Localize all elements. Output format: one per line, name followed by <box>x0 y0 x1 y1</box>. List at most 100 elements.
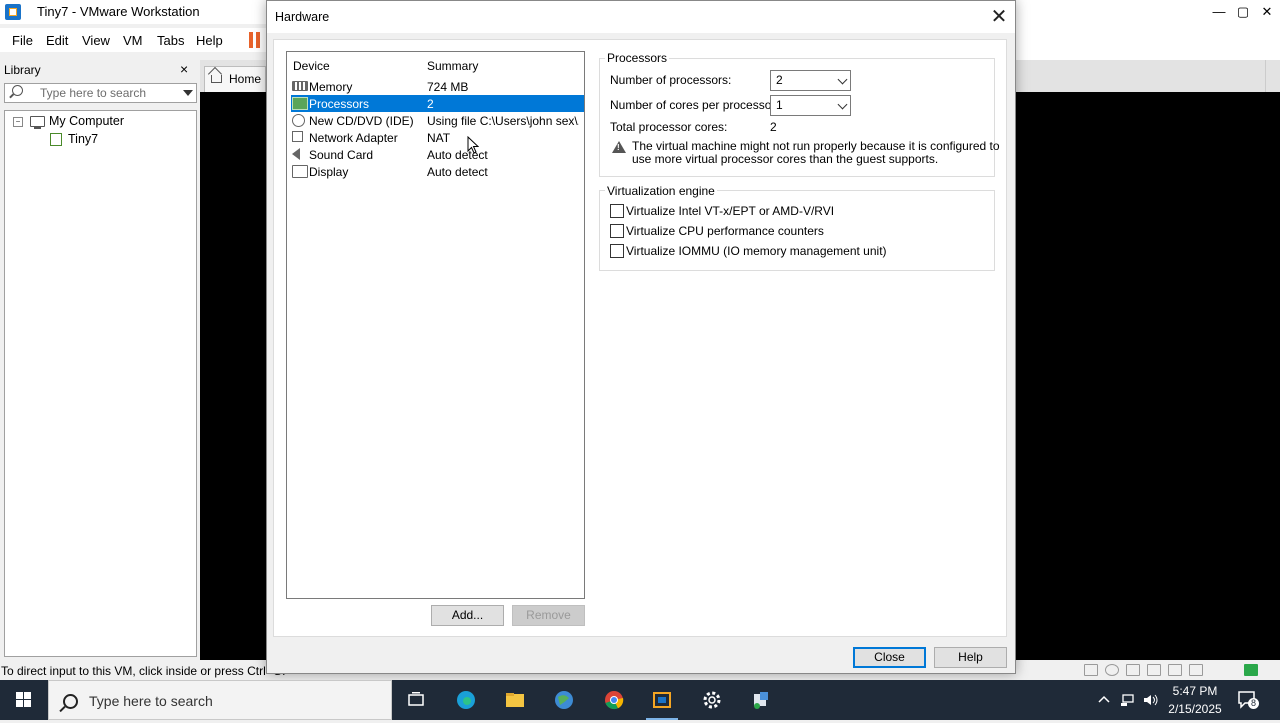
hdd-status-icon[interactable] <box>1084 664 1098 676</box>
gear-icon <box>703 691 721 709</box>
windows-logo-icon <box>16 692 31 707</box>
tree-item-tiny7[interactable]: Tiny7 <box>68 132 98 146</box>
iommu-checkbox[interactable] <box>610 244 624 258</box>
cpu-perf-counters-label[interactable]: Virtualize CPU performance counters <box>626 224 824 238</box>
warning-text-line2: use more virtual processor cores than th… <box>632 152 939 166</box>
device-row-memory[interactable]: Memory 724 MB <box>291 78 584 95</box>
cd-status-icon[interactable] <box>1105 664 1119 676</box>
search-icon <box>12 85 23 96</box>
network-tray-icon[interactable] <box>1120 693 1134 707</box>
num-processors-value: 2 <box>776 73 783 87</box>
show-hidden-icons-chevron-icon[interactable] <box>1097 693 1111 707</box>
warning-icon <box>612 141 626 153</box>
device-summary: Using file C:\Users\john sex\... <box>427 114 579 128</box>
library-tree: − My Computer Tiny7 <box>4 110 197 657</box>
volume-tray-icon[interactable] <box>1143 693 1158 707</box>
tree-expander[interactable]: − <box>13 117 23 127</box>
taskbar-app-installer[interactable] <box>737 680 785 720</box>
num-processors-select[interactable]: 2 <box>770 70 851 91</box>
message-status-icon[interactable] <box>1244 664 1258 676</box>
device-summary: Auto detect <box>427 165 488 179</box>
tab-scroll[interactable] <box>1265 60 1280 92</box>
device-name: Processors <box>309 97 370 111</box>
pause-vm-icon[interactable] <box>249 32 261 48</box>
network-status-icon[interactable] <box>1126 664 1140 676</box>
device-row-sound-card[interactable]: Sound Card Auto detect <box>291 146 584 163</box>
taskbar-app-globe[interactable] <box>540 680 588 720</box>
sound-status-icon[interactable] <box>1168 664 1182 676</box>
library-close-button[interactable]: × <box>180 61 188 77</box>
vmware-icon <box>653 692 671 708</box>
search-icon <box>63 694 78 709</box>
menu-view[interactable]: View <box>82 33 110 48</box>
clock-time[interactable]: 5:47 PM <box>1166 684 1224 698</box>
clock-date[interactable]: 2/15/2025 <box>1166 702 1224 716</box>
cpu-perf-counters-checkbox[interactable] <box>610 224 624 238</box>
num-processors-label: Number of processors: <box>610 73 732 87</box>
device-summary: NAT <box>427 131 451 145</box>
dialog-titlebar: Hardware ✕ <box>267 1 1015 33</box>
total-cores-label: Total processor cores: <box>610 120 728 134</box>
usb-status-icon[interactable] <box>1147 664 1161 676</box>
mouse-cursor-icon <box>467 135 480 157</box>
vt-x-checkbox[interactable] <box>610 204 624 218</box>
taskbar-edge[interactable] <box>442 680 490 720</box>
memory-icon <box>292 81 308 91</box>
summary-column-header[interactable]: Summary <box>427 59 478 73</box>
toolbar-right <box>1014 24 1280 60</box>
device-row-cd-dvd[interactable]: New CD/DVD (IDE) Using file C:\Users\joh… <box>291 112 584 129</box>
menu-help[interactable]: Help <box>196 33 223 48</box>
device-name: Display <box>309 165 349 179</box>
task-view-button[interactable] <box>392 680 440 720</box>
device-row-processors[interactable]: Processors 2 <box>291 95 584 112</box>
vmware-logo-icon <box>5 4 21 20</box>
menu-tabs[interactable]: Tabs <box>157 33 184 48</box>
processors-group-title: Processors <box>605 51 670 65</box>
vt-x-label[interactable]: Virtualize Intel VT-x/EPT or AMD-V/RVI <box>626 204 834 218</box>
status-text: To direct input to this VM, click inside… <box>1 664 286 678</box>
tree-item-my-computer[interactable]: My Computer <box>49 114 124 128</box>
warning-text-line1: The virtual machine might not run proper… <box>632 139 1000 153</box>
device-summary: 724 MB <box>427 80 469 94</box>
start-button[interactable] <box>0 680 48 720</box>
printer-status-icon[interactable] <box>1189 664 1203 676</box>
virtualization-group-title: Virtualization engine <box>605 184 717 198</box>
help-dialog-button[interactable]: Help <box>934 647 1007 668</box>
library-search-input[interactable]: Type here to search <box>4 83 197 103</box>
taskbar-vmware[interactable] <box>638 680 686 720</box>
menu-file[interactable]: File <box>12 33 33 48</box>
tab-home[interactable]: Home <box>204 66 266 93</box>
vm-console-right[interactable] <box>1014 92 1280 660</box>
taskbar-search-input[interactable]: Type here to search <box>48 680 392 720</box>
cd-dvd-icon <box>292 114 305 127</box>
menu-vm[interactable]: VM <box>123 33 143 48</box>
device-row-network-adapter[interactable]: Network Adapter NAT <box>291 129 584 146</box>
network-adapter-icon <box>292 131 303 142</box>
total-cores-value: 2 <box>770 120 777 134</box>
library-title: Library <box>4 63 41 77</box>
action-center-button[interactable]: 8 <box>1237 690 1259 710</box>
cores-per-processor-select[interactable]: 1 <box>770 95 851 116</box>
cores-per-processor-label: Number of cores per processor: <box>610 98 779 112</box>
hardware-dialog: Hardware ✕ Device Summary Memory 724 MB … <box>266 0 1016 674</box>
menu-edit[interactable]: Edit <box>46 33 68 48</box>
dialog-close-icon[interactable]: ✕ <box>985 4 1013 30</box>
device-column-header[interactable]: Device <box>293 59 330 73</box>
window-title: Tiny7 - VMware Workstation <box>37 4 200 19</box>
taskbar-chrome[interactable] <box>590 680 638 720</box>
taskbar-search-placeholder: Type here to search <box>89 693 213 709</box>
device-name: Sound Card <box>309 148 374 162</box>
iommu-label[interactable]: Virtualize IOMMU (IO memory management u… <box>626 244 887 258</box>
taskbar-file-explorer[interactable] <box>491 680 539 720</box>
chevron-down-icon[interactable] <box>183 90 193 96</box>
taskbar-settings[interactable] <box>688 680 736 720</box>
remove-device-button[interactable]: Remove <box>512 605 585 626</box>
chevron-down-icon <box>837 74 848 85</box>
vm-console[interactable] <box>200 92 266 660</box>
close-window-button[interactable]: ✕ <box>1244 0 1280 24</box>
home-icon <box>211 75 222 83</box>
device-row-display[interactable]: Display Auto detect <box>291 163 584 180</box>
add-device-button[interactable]: Add... <box>431 605 504 626</box>
device-summary: Auto detect <box>427 148 488 162</box>
close-dialog-button[interactable]: Close <box>853 647 926 668</box>
